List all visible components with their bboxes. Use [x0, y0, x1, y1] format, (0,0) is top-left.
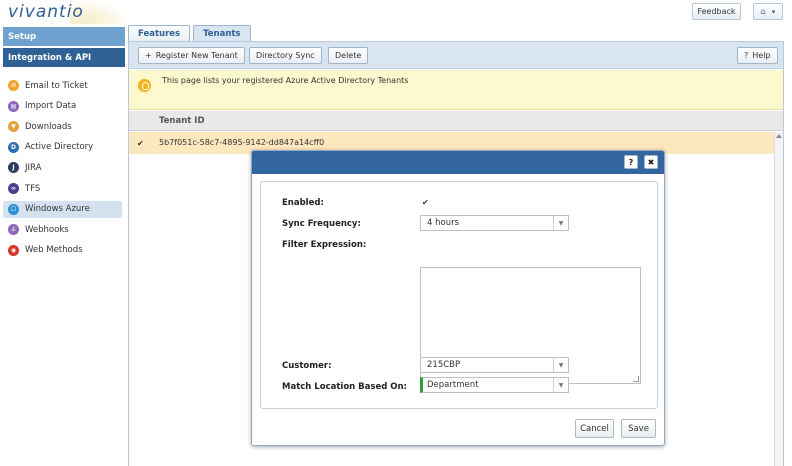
customer-select[interactable]: 215CBP ▼	[420, 357, 569, 373]
dialog-help-button[interactable]: ?	[624, 155, 638, 169]
sidebar-item-jira[interactable]: J JIRA	[3, 159, 122, 176]
tab-bar: Features Tenants	[128, 25, 251, 42]
jira-icon: J	[8, 162, 19, 174]
sidebar: Setup Integration & API ✉ Email to Ticket…	[0, 24, 126, 466]
user-menu-button[interactable]: ⌂ ▾	[753, 3, 783, 20]
import-icon: ▤	[8, 100, 19, 112]
scroll-up-icon[interactable]	[776, 134, 782, 138]
active-directory-icon: D	[8, 141, 19, 153]
enabled-label: Enabled:	[282, 198, 324, 208]
sidebar-item-web-methods[interactable]: ◉ Web Methods	[3, 242, 122, 259]
tab-features[interactable]: Features	[128, 25, 191, 42]
tenant-settings-dialog: ? ✖ Enabled: ✔ Sync Frequency: 4 hours ▼…	[251, 150, 665, 446]
email-icon: ✉	[8, 80, 19, 91]
match-location-value: Department	[427, 380, 479, 390]
sidebar-item-downloads[interactable]: ▼ Downloads	[3, 118, 122, 135]
tab-tenants[interactable]: Tenants	[193, 25, 251, 42]
sidebar-item-active-directory[interactable]: D Active Directory	[3, 139, 122, 156]
sidebar-item-windows-azure[interactable]: ☐ Windows Azure	[3, 200, 122, 218]
info-banner: This page lists your registered Azure Ac…	[129, 70, 783, 110]
tfs-icon: ∞	[8, 183, 19, 194]
enabled-checkbox[interactable]: ✔	[422, 198, 429, 207]
sidebar-item-label: Active Directory	[25, 142, 94, 153]
webhooks-icon: ⚓	[8, 224, 19, 236]
sync-frequency-label: Sync Frequency:	[282, 219, 361, 229]
save-button[interactable]: Save	[621, 419, 656, 438]
sidebar-item-label: Windows Azure	[25, 204, 90, 215]
resize-grip-icon[interactable]	[633, 376, 639, 382]
customer-value: 215CBP	[427, 360, 461, 370]
downloads-icon: ▼	[8, 121, 19, 133]
question-icon: ?	[744, 51, 749, 60]
web-methods-icon: ◉	[8, 244, 19, 256]
sidebar-item-label: TFS	[25, 183, 41, 194]
sidebar-item-email-to-ticket[interactable]: ✉ Email to Ticket	[3, 77, 122, 94]
sidebar-item-label: Web Methods	[25, 245, 83, 256]
sidebar-integration-header[interactable]: Integration & API	[3, 48, 125, 67]
column-header-tenant-id[interactable]: Tenant ID	[159, 116, 205, 126]
lightbulb-icon	[136, 77, 153, 94]
chevron-down-icon: ▼	[553, 216, 568, 230]
directory-sync-button[interactable]: Directory Sync	[249, 47, 322, 64]
sidebar-item-label: JIRA	[25, 162, 42, 173]
match-location-label: Match Location Based On:	[282, 382, 407, 392]
match-location-select[interactable]: Department ▼	[420, 377, 569, 393]
close-icon[interactable]: ✖	[644, 155, 658, 169]
sidebar-item-label: Import Data	[25, 101, 77, 112]
sync-frequency-value: 4 hours	[427, 218, 460, 228]
tenant-id-cell: 5b7f051c-58c7-4895-9142-dd847a14cff0	[159, 138, 325, 147]
sync-frequency-select[interactable]: 4 hours ▼	[420, 215, 569, 231]
vivantio-logo[interactable]: vivantio	[8, 2, 84, 22]
filter-expression-label: Filter Expression:	[282, 240, 367, 250]
register-new-tenant-label: Register New Tenant	[155, 51, 238, 60]
plus-icon: +	[145, 51, 152, 60]
customer-label: Customer:	[282, 361, 332, 371]
sidebar-item-import-data[interactable]: ▤ Import Data	[3, 98, 122, 115]
chevron-down-icon: ▼	[553, 378, 568, 392]
user-icon: ⌂	[760, 7, 766, 16]
chevron-down-icon: ▼	[553, 358, 568, 372]
sidebar-item-tfs[interactable]: ∞ TFS	[3, 180, 122, 197]
row-checkbox[interactable]: ✔	[137, 139, 144, 148]
sidebar-item-label: Downloads	[25, 121, 72, 132]
top-bar: vivantio Feedback ⌂ ▾	[0, 0, 792, 24]
sidebar-item-label: Webhooks	[25, 224, 69, 235]
dialog-header: ? ✖	[252, 151, 664, 174]
feedback-button[interactable]: Feedback	[692, 3, 741, 20]
delete-button[interactable]: Delete	[328, 47, 369, 64]
sidebar-setup-header[interactable]: Setup	[3, 27, 125, 46]
sidebar-item-label: Email to Ticket	[25, 80, 88, 91]
table-scrollbar[interactable]	[774, 132, 783, 466]
chevron-down-icon: ▾	[771, 7, 776, 16]
sidebar-item-webhooks[interactable]: ⚓ Webhooks	[3, 221, 122, 238]
cancel-button[interactable]: Cancel	[575, 419, 614, 438]
info-text: This page lists your registered Azure Ac…	[162, 76, 409, 85]
help-button[interactable]: ? Help	[737, 47, 778, 64]
table-header: Tenant ID	[129, 111, 783, 131]
windows-azure-icon: ☐	[8, 203, 19, 215]
toolbar: + Register New Tenant Directory Sync Del…	[129, 42, 783, 69]
settings-form: Enabled: ✔ Sync Frequency: 4 hours ▼ Fil…	[260, 181, 658, 409]
help-label: Help	[752, 51, 771, 60]
register-new-tenant-button[interactable]: + Register New Tenant	[138, 47, 245, 64]
